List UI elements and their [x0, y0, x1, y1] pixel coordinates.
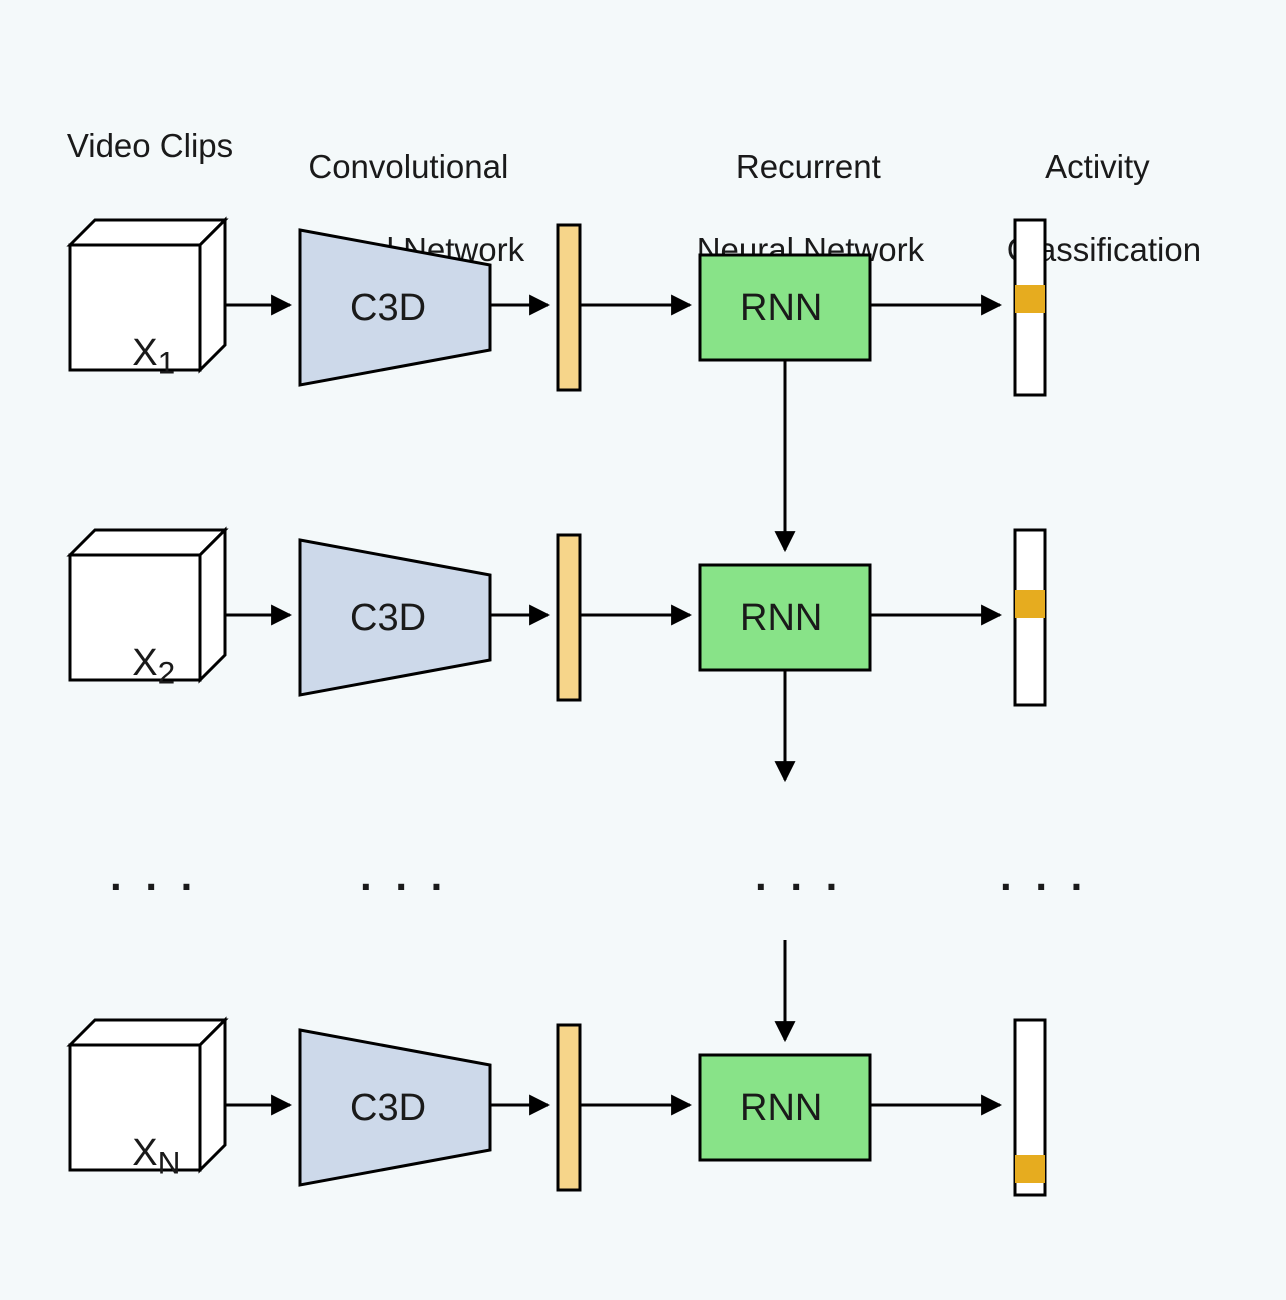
- output-bar-n: [1015, 1020, 1045, 1195]
- ellipsis-col1: . . .: [110, 850, 198, 903]
- ellipsis-col3: . . .: [755, 850, 843, 903]
- label-c3d-1: C3D: [350, 285, 426, 333]
- x2-sub: 2: [158, 654, 176, 690]
- x2-base: X: [132, 642, 157, 684]
- xn-base: X: [132, 1132, 157, 1174]
- label-c3d-n: C3D: [350, 1085, 426, 1133]
- feature-bar-n: [558, 1025, 580, 1190]
- feature-bar-1: [558, 225, 580, 390]
- output-bar-2: [1015, 530, 1045, 705]
- xn-sub: N: [158, 1144, 181, 1180]
- x1-base: X: [132, 332, 157, 374]
- x1-sub: 1: [158, 344, 176, 380]
- output-bar-1: [1015, 220, 1045, 395]
- label-x1: X1: [90, 282, 175, 430]
- svg-layer: [0, 0, 1286, 1300]
- label-c3d-2: C3D: [350, 595, 426, 643]
- label-rnn-n: RNN: [740, 1085, 822, 1133]
- diagram-canvas: Video Clips Convolutional Neural Network…: [0, 0, 1286, 1300]
- ellipsis-col2: . . .: [360, 850, 448, 903]
- label-x2: X2: [90, 592, 175, 740]
- feature-bar-2: [558, 535, 580, 700]
- label-xn: XN: [90, 1082, 180, 1230]
- label-rnn-1: RNN: [740, 285, 822, 333]
- ellipsis-col4: . . .: [1000, 850, 1088, 903]
- label-rnn-2: RNN: [740, 595, 822, 643]
